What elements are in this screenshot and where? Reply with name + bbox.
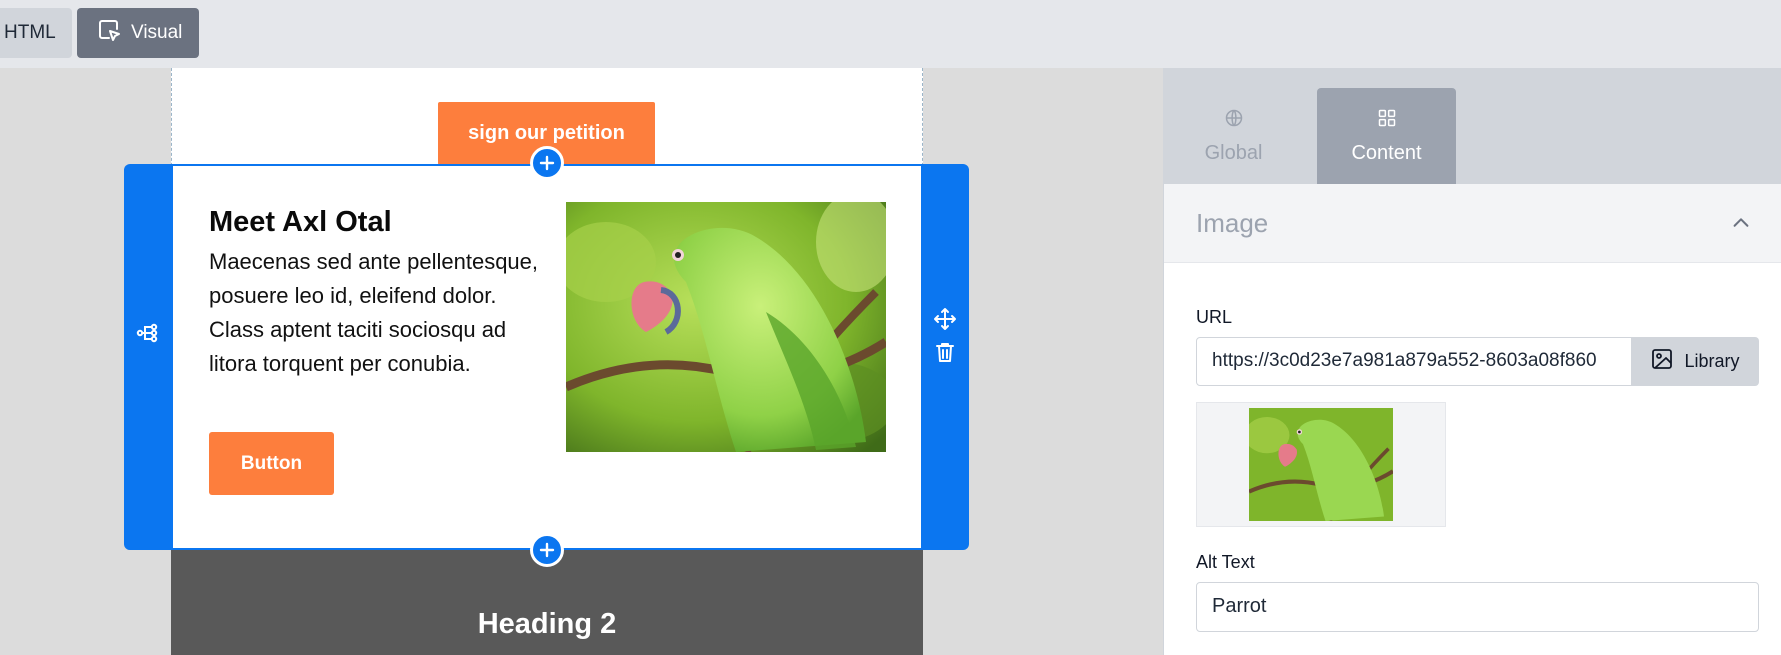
trash-icon[interactable]	[933, 340, 957, 364]
alt-text-label: Alt Text	[1196, 552, 1255, 572]
html-mode-label: HTML	[4, 22, 56, 43]
selected-content-section[interactable]: Meet Axl Otal Maecenas sed ante pellente…	[171, 164, 923, 550]
html-mode-button[interactable]: HTML	[0, 8, 72, 58]
section-body-text: Maecenas sed ante pellentesque, posuere …	[209, 249, 539, 376]
editor-toolbar: HTML Visual	[0, 0, 1781, 68]
add-section-above-button[interactable]	[530, 146, 564, 180]
tab-content[interactable]: Content	[1317, 88, 1456, 184]
tab-global[interactable]: Global	[1164, 88, 1303, 184]
cursor-pointer-icon	[97, 18, 121, 48]
url-label: URL	[1196, 307, 1233, 327]
chevron-up-icon[interactable]	[1730, 212, 1752, 234]
grid-icon	[1377, 108, 1397, 134]
image-section-header[interactable]: Image	[1164, 184, 1781, 263]
section-title: Meet Axl Otal	[209, 206, 392, 238]
image-preview	[1196, 402, 1446, 527]
move-icon[interactable]	[933, 307, 957, 331]
image-icon	[1650, 347, 1674, 376]
parrot-image[interactable]	[566, 202, 886, 452]
properties-panel: Global Content Image URL https://3c0d23e…	[1163, 68, 1781, 655]
tab-content-label: Content	[1351, 141, 1422, 164]
tab-global-label: Global	[1204, 141, 1263, 164]
image-url-input[interactable]: https://3c0d23e7a981a879a552-8603a08f860	[1196, 337, 1632, 386]
alt-text-input[interactable]: Parrot	[1196, 582, 1759, 632]
panel-tab-bar: Global Content	[1164, 68, 1781, 184]
section-right-toolbar	[922, 164, 969, 550]
globe-icon	[1224, 108, 1244, 134]
email-canvas: sign our petition Meet Axl Otal Maecenas…	[0, 68, 1163, 655]
section-button[interactable]: Button	[209, 432, 334, 495]
image-section-title: Image	[1196, 208, 1269, 238]
heading-2: Heading 2	[477, 608, 617, 640]
section-left-toolbar	[124, 164, 171, 550]
add-section-below-button[interactable]	[530, 533, 564, 567]
visual-mode-label: Visual	[131, 22, 183, 43]
parrot-thumbnail	[1249, 408, 1393, 521]
library-button[interactable]: Library	[1631, 337, 1759, 386]
structure-icon[interactable]	[135, 321, 159, 345]
library-label: Library	[1684, 351, 1740, 371]
visual-mode-button[interactable]: Visual	[77, 8, 199, 58]
